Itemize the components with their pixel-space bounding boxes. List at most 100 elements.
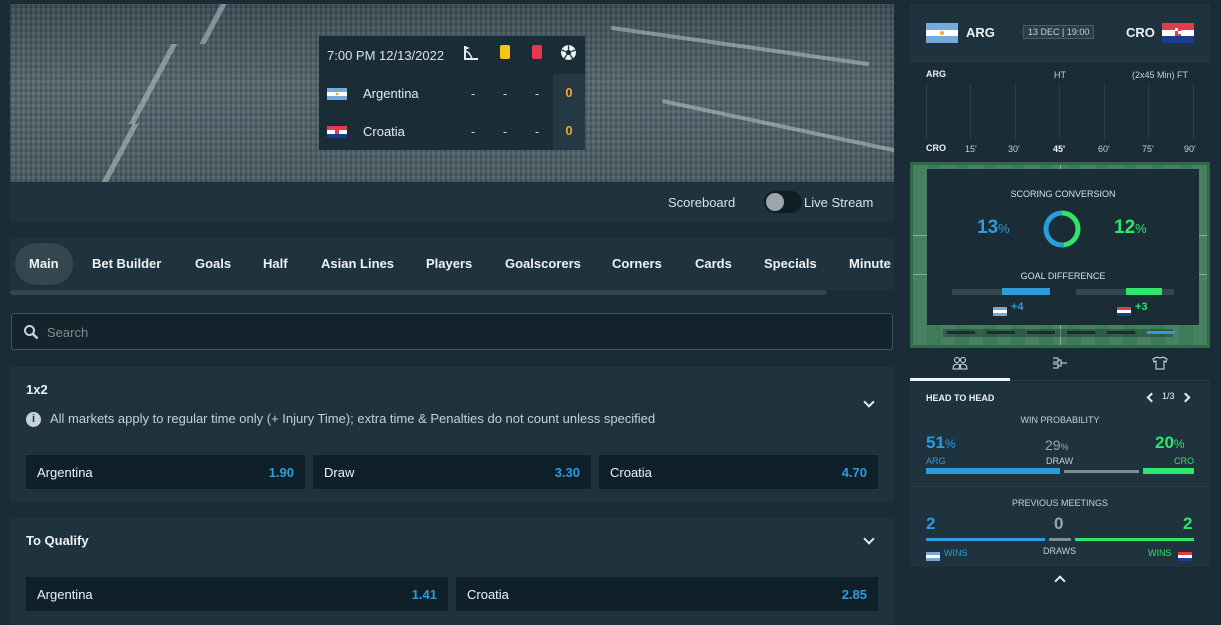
match-datetime: 7:00 PM 12/13/2022 (327, 48, 445, 63)
goals-value: 0 (553, 74, 585, 112)
match-stats-panel: ARG 13 DEC | 19:00 CRO ARG HT (2x45 Min)… (910, 4, 1210, 587)
head-to-head-icon[interactable] (952, 356, 968, 373)
market-info-text: All markets apply to regular time only (… (50, 411, 656, 426)
chevron-right-icon[interactable] (1180, 392, 1191, 403)
croatia-flag-icon (1162, 23, 1194, 48)
live-scoreboard: 7:00 PM 12/13/2022 Argentina - - - 0 Cro… (319, 36, 585, 150)
croatia-flag-icon (327, 125, 347, 143)
goals-value: 0 (553, 112, 585, 150)
selection-name: Draw (324, 465, 355, 480)
tab-asian-lines[interactable]: Asian Lines (307, 243, 408, 285)
active-tab-indicator (910, 378, 1010, 381)
argentina-flag-icon (993, 303, 1007, 321)
minute-tick: 75' (1142, 144, 1154, 154)
timeline-ht: HT (1054, 70, 1066, 80)
away-team-abbr: CRO (1126, 25, 1155, 40)
search-input[interactable]: Search (11, 313, 893, 350)
timeline-home: ARG (926, 69, 946, 79)
away-wins-bar (1075, 538, 1194, 541)
lineup-icon[interactable] (1052, 356, 1068, 373)
toggle-knob (766, 193, 784, 211)
odds-button[interactable]: Argentina 1.90 (26, 455, 305, 489)
scoreboard-label: Scoreboard (668, 195, 736, 210)
minute-tick: 15' (965, 144, 977, 154)
goal-difference-title: GOAL DIFFERENCE (1020, 271, 1106, 281)
tab-cards[interactable]: Cards (681, 243, 746, 285)
yellow-cards-value: - (502, 124, 508, 139)
kit-icon[interactable] (1152, 356, 1168, 373)
timeline-ft: (2x45 Min) FT (1132, 70, 1189, 80)
chevron-down-icon[interactable] (863, 533, 875, 545)
tab-goals[interactable]: Goals (181, 243, 245, 285)
home-probability-bar (926, 468, 1060, 474)
selection-price: 4.70 (841, 465, 867, 480)
tab-minute[interactable]: Minute (835, 243, 894, 285)
selection-name: Argentina (37, 587, 93, 602)
minute-tick: 90' (1184, 144, 1196, 154)
match-timeline: ARG HT (2x45 Min) FT CRO 15' 30' 45' 60'… (910, 63, 1210, 161)
home-wins-bar (926, 538, 1045, 541)
corners-value: - (470, 86, 476, 101)
pitch-graphic: SCORING CONVERSION 13% 12% GOAL DIFFEREN… (910, 162, 1210, 348)
away-wins-count: 2 (1183, 514, 1193, 533)
odds-button[interactable]: Argentina 1.41 (26, 577, 448, 611)
tab-players[interactable]: Players (412, 243, 486, 285)
market-1x2: 1x2 i All markets apply to regular time … (10, 367, 894, 502)
yellow-card-icon (500, 45, 510, 59)
chevron-down-icon[interactable] (863, 396, 875, 408)
minute-tick: 30' (1008, 144, 1020, 154)
head-to-head-section: HEAD TO HEAD 1/3 WIN PROBABILITY 51% 29%… (910, 382, 1210, 567)
live-stream-label: Live Stream (804, 195, 874, 210)
home-team-abbr: ARG (966, 25, 995, 40)
market-to-qualify: To Qualify Argentina 1.41 Croatia 2.85 (10, 518, 894, 625)
corner-icon (463, 45, 479, 66)
tab-corners[interactable]: Corners (598, 243, 676, 285)
tab-specials[interactable]: Specials (750, 243, 831, 285)
red-cards-value: - (534, 124, 540, 139)
tab-main[interactable]: Main (15, 243, 73, 285)
home-conversion: 13% (977, 217, 1010, 238)
selection-name: Croatia (467, 587, 509, 602)
market-tabs: Main Bet Builder Goals Half Asian Lines … (10, 238, 894, 290)
odds-button[interactable]: Draw 3.30 (313, 455, 591, 489)
timeline-away: CRO (926, 143, 946, 153)
selection-price: 3.30 (554, 465, 580, 480)
selection-price: 1.90 (268, 465, 294, 480)
search-icon (23, 324, 39, 345)
argentina-flag-icon (926, 23, 958, 48)
red-card-icon (532, 45, 542, 59)
home-win-probability: 51% (926, 433, 956, 452)
selection-name: Argentina (37, 465, 93, 480)
stream-toggle-switch[interactable] (764, 191, 802, 213)
tab-goalscorers[interactable]: Goalscorers (491, 243, 595, 285)
selection-name: Croatia (610, 465, 652, 480)
team-name: Croatia (363, 124, 405, 139)
tab-half[interactable]: Half (249, 243, 302, 285)
tab-bet-builder[interactable]: Bet Builder (78, 243, 175, 285)
away-wins-label: WINS (1148, 548, 1172, 558)
draws-bar (1049, 538, 1071, 541)
tabs-scrollbar[interactable] (10, 290, 827, 295)
collapse-chevron-up-icon[interactable] (1054, 575, 1066, 587)
away-label: CRO (1174, 456, 1194, 466)
home-goal-difference: +4 (1011, 301, 1024, 313)
draw-probability: 29% (1045, 437, 1069, 453)
chevron-left-icon[interactable] (1146, 392, 1157, 403)
goal-ball-icon (560, 44, 577, 66)
odds-button[interactable]: Croatia 2.85 (456, 577, 878, 611)
search-placeholder: Search (47, 325, 89, 340)
red-cards-value: - (534, 86, 540, 101)
odds-button[interactable]: Croatia 4.70 (599, 455, 878, 489)
scoreboard-row-home: Argentina - - - 0 (319, 74, 585, 112)
stream-toggle-bar: Scoreboard Live Stream (10, 182, 894, 222)
h2h-pagination: 1/3 (1162, 391, 1175, 401)
croatia-flag-icon (1178, 548, 1192, 566)
scoreboard-row-away: Croatia - - - 0 (319, 112, 585, 150)
home-wins-label: WINS (944, 548, 968, 558)
market-title: To Qualify (26, 533, 89, 548)
home-label: ARG (926, 456, 946, 466)
away-goal-difference: +3 (1135, 301, 1148, 313)
scoring-conversion-card: SCORING CONVERSION 13% 12% GOAL DIFFEREN… (927, 169, 1199, 325)
yellow-cards-value: - (502, 86, 508, 101)
minute-tick: 45' (1053, 144, 1066, 154)
